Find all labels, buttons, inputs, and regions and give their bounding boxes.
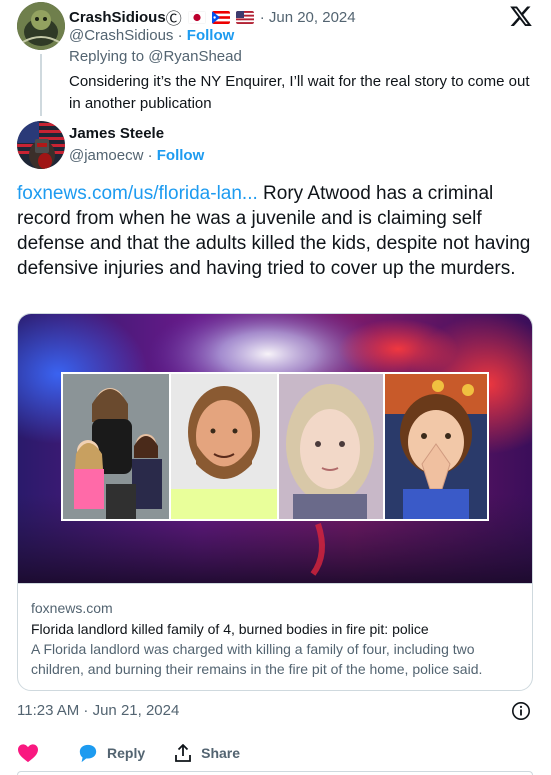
main-follow-button[interactable]: Follow [157, 147, 205, 164]
next-card-edge [17, 771, 533, 775]
crashsidious-avatar[interactable] [17, 2, 65, 50]
puerto-rico-flag-icon [211, 10, 230, 24]
main-name-row: James Steele [69, 125, 164, 142]
card-title: Florida landlord killed family of 4, bur… [31, 621, 429, 637]
japan-flag-icon [187, 10, 206, 24]
copyright-symbol: Ⓒ [165, 11, 182, 28]
share-label: Share [201, 745, 241, 761]
heart-icon [18, 744, 38, 763]
parent-author-name[interactable]: CrashSidious [69, 9, 166, 26]
share-button[interactable]: Share [173, 743, 240, 763]
main-handle-row: @jamoecw · Follow [69, 147, 204, 164]
collage-photos [61, 372, 489, 521]
main-handle[interactable]: @jamoecw [69, 147, 143, 164]
tweet-timestamp[interactable]: 11:23 AM · Jun 21, 2024 [17, 702, 179, 719]
parent-post-date[interactable]: · Jun 20, 2024 [260, 9, 356, 26]
parent-handle-row: @CrashSidious · Follow [69, 27, 234, 44]
main-author-name[interactable]: James Steele [69, 125, 164, 142]
link-preview-card[interactable]: foxnews.com Florida landlord killed fami… [17, 313, 533, 691]
reply-label: Reply [107, 745, 146, 761]
reply-button[interactable]: Reply [77, 743, 145, 763]
jamessteele-avatar[interactable] [17, 121, 65, 169]
card-description: A Florida landlord was charged with kill… [31, 641, 483, 677]
action-bar: Reply Share [17, 742, 268, 764]
parent-tweet[interactable]: CrashSidious Ⓒ · Jun 20, 2024 @CrashSidi… [0, 0, 551, 118]
parent-handle[interactable]: @CrashSidious [69, 27, 173, 44]
parent-separator: · [177, 27, 183, 44]
card-meta[interactable]: foxnews.com Florida landlord killed fami… [18, 583, 532, 690]
share-icon [175, 744, 192, 762]
reply-bubble-icon [79, 744, 97, 763]
card-domain: foxnews.com [31, 600, 113, 616]
article-link[interactable]: foxnews.com/us/florida-lan... [17, 183, 258, 204]
replying-to-line[interactable]: Replying to @RyanShead [69, 48, 242, 65]
thread-connector-line [40, 54, 42, 116]
parent-follow-button[interactable]: Follow [187, 27, 235, 44]
parent-name-row: CrashSidious Ⓒ · Jun 20, 2024 [69, 5, 356, 29]
main-separator: · [147, 147, 153, 164]
like-button[interactable] [17, 743, 47, 763]
info-icon[interactable] [511, 701, 531, 721]
parent-tweet-text: Considering it’s the NY Enquirer, I’ll w… [69, 73, 530, 112]
article-image[interactable] [18, 314, 532, 583]
main-tweet-text: foxnews.com/us/florida-lan... Rory Atwoo… [17, 181, 537, 281]
usa-flag-icon [235, 10, 254, 24]
x-logo-icon[interactable] [509, 4, 533, 28]
